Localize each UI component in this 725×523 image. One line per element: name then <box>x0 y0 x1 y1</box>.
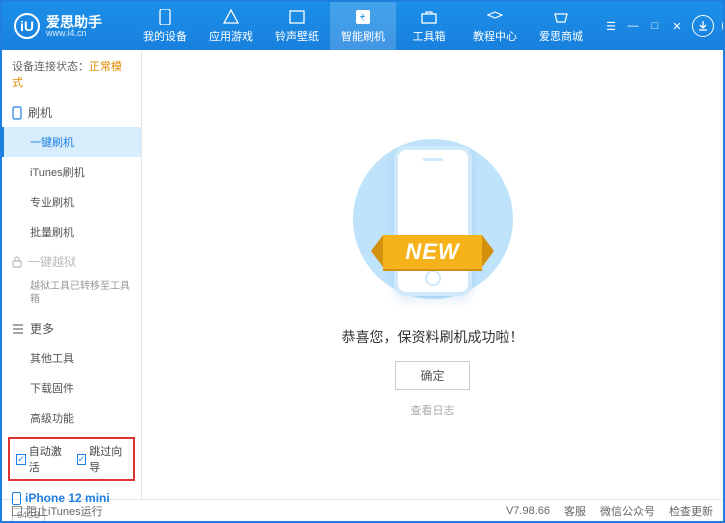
connection-status: 设备连接状态：正常模式 <box>2 50 141 98</box>
new-ribbon: NEW <box>383 235 481 269</box>
checkbox-block-itunes[interactable] <box>12 506 22 516</box>
view-log-link[interactable]: 查看日志 <box>411 402 455 418</box>
check-update-link[interactable]: 检查更新 <box>669 503 713 519</box>
more-icon <box>12 324 24 334</box>
version-label: V7.98.66 <box>506 505 550 517</box>
maximize-icon[interactable]: □ <box>648 19 662 33</box>
block-itunes-label: 阻止iTunes运行 <box>26 503 103 519</box>
flash-icon <box>354 9 372 25</box>
section-more[interactable]: 更多 <box>2 314 141 343</box>
main-panel: NEW 恭喜您，保资料刷机成功啦！ 确定 查看日志 <box>142 50 723 499</box>
app-logo-icon: iU <box>14 13 40 39</box>
sidebar-item-advanced[interactable]: 高级功能 <box>2 403 141 433</box>
sidebar-item-oneclick-flash[interactable]: 一键刷机 <box>2 127 141 157</box>
sidebar-item-itunes-flash[interactable]: iTunes刷机 <box>2 157 141 187</box>
section-jailbreak: 一键越狱 <box>2 247 141 276</box>
tutorial-icon <box>486 9 504 25</box>
apps-icon <box>222 9 240 25</box>
minimize-icon[interactable]: — <box>626 19 640 33</box>
close-icon[interactable]: ✕ <box>670 19 684 33</box>
title-controls: ☰ — □ ✕ <box>594 15 725 37</box>
checkbox-highlight-area: ✓自动激活 ✓跳过向导 <box>8 437 135 481</box>
titlebar: iU 爱思助手 www.i4.cn 我的设备 应用游戏 铃声壁纸 智能刷机 工具… <box>2 2 723 50</box>
ok-button[interactable]: 确定 <box>395 361 469 390</box>
tab-apps-games[interactable]: 应用游戏 <box>198 2 264 50</box>
download-icon[interactable] <box>692 15 714 37</box>
wechat-link[interactable]: 微信公众号 <box>600 503 655 519</box>
sidebar-item-pro-flash[interactable]: 专业刷机 <box>2 187 141 217</box>
phone-icon <box>156 9 174 25</box>
app-subtitle: www.i4.cn <box>46 29 102 38</box>
tab-ringtone-wallpaper[interactable]: 铃声壁纸 <box>264 2 330 50</box>
phone-small-icon <box>12 106 22 120</box>
logo-area: iU 爱思助手 www.i4.cn <box>2 13 132 39</box>
success-message: 恭喜您，保资料刷机成功啦！ <box>342 327 524 347</box>
jailbreak-note: 越狱工具已转移至工具箱 <box>2 276 141 314</box>
app-window: iU 爱思助手 www.i4.cn 我的设备 应用游戏 铃声壁纸 智能刷机 工具… <box>0 0 725 523</box>
success-illustration: NEW <box>333 131 533 311</box>
tab-store[interactable]: 爱思商城 <box>528 2 594 50</box>
nav-tabs: 我的设备 应用游戏 铃声壁纸 智能刷机 工具箱 教程中心 爱思商城 <box>132 2 594 50</box>
checkbox-skip-guide[interactable]: ✓跳过向导 <box>77 443 128 475</box>
sidebar-item-batch-flash[interactable]: 批量刷机 <box>2 217 141 247</box>
section-flash[interactable]: 刷机 <box>2 98 141 127</box>
toolbox-icon <box>420 9 438 25</box>
store-icon <box>552 9 570 25</box>
tab-tutorials[interactable]: 教程中心 <box>462 2 528 50</box>
tab-my-device[interactable]: 我的设备 <box>132 2 198 50</box>
lock-icon <box>12 256 22 268</box>
tab-toolbox[interactable]: 工具箱 <box>396 2 462 50</box>
sidebar-item-download-firmware[interactable]: 下载固件 <box>2 373 141 403</box>
support-link[interactable]: 客服 <box>564 503 586 519</box>
menu-icon[interactable]: ☰ <box>604 19 618 33</box>
app-title: 爱思助手 <box>46 15 102 29</box>
sidebar-item-other-tools[interactable]: 其他工具 <box>2 343 141 373</box>
checkbox-auto-activate[interactable]: ✓自动激活 <box>16 443 67 475</box>
wallpaper-icon <box>288 9 306 25</box>
sidebar: 设备连接状态：正常模式 刷机 一键刷机 iTunes刷机 专业刷机 批量刷机 一… <box>2 50 142 499</box>
tab-smart-flash[interactable]: 智能刷机 <box>330 2 396 50</box>
